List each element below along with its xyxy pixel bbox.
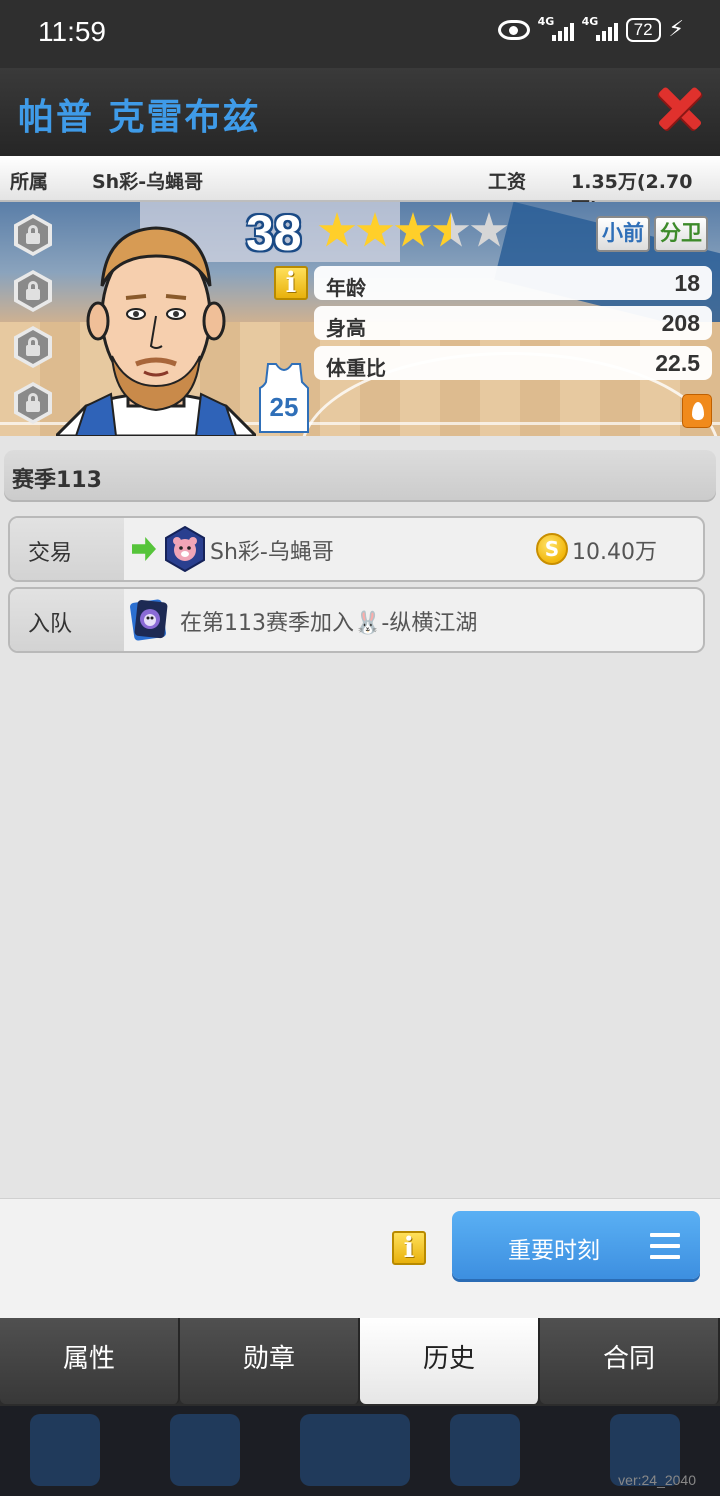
close-icon[interactable]	[658, 86, 702, 130]
history-label: 入队	[10, 589, 124, 651]
history-label: 交易	[10, 518, 124, 580]
info-icon[interactable]: i	[274, 266, 308, 300]
position-badge-sf[interactable]: 小前	[596, 216, 650, 252]
bear-team-logo-icon	[165, 526, 205, 572]
nav-home-icon[interactable]	[30, 1414, 100, 1486]
trade-team: Sh彩-乌蝇哥	[210, 540, 334, 565]
stat-age: 年龄 18	[314, 266, 712, 300]
jersey-icon: 25	[259, 363, 309, 433]
team-value[interactable]: Sh彩-乌蝇哥	[92, 167, 203, 194]
tab-attributes[interactable]: 属性	[0, 1318, 180, 1404]
status-bar: 11:59 4G 4G 72 ⚡	[0, 0, 720, 68]
trade-amount: 10.40万	[572, 540, 657, 565]
lock-icon[interactable]	[14, 270, 52, 312]
fire-icon[interactable]	[682, 394, 712, 428]
tab-bar: 属性 勋章 历史 合同	[0, 1318, 720, 1406]
season-header: 赛季113	[4, 450, 716, 502]
status-icons: 4G 4G 72 ⚡	[497, 15, 684, 42]
player-name: 帕普 克雷布兹	[18, 97, 261, 138]
key-moments-label: 重要时刻	[508, 1238, 600, 1264]
tab-history[interactable]: 历史	[360, 1318, 540, 1404]
season-title: 赛季113	[12, 468, 102, 493]
jersey-number: 25	[270, 392, 299, 422]
arrow-right-icon	[132, 537, 156, 561]
info-icon[interactable]: i	[392, 1231, 426, 1265]
stat-weight-ratio: 体重比 22.5	[314, 346, 712, 380]
overall-rating: 38	[246, 205, 302, 261]
title-bar: 帕普 克雷布兹	[0, 68, 720, 156]
team-salary-row: 所属 Sh彩-乌蝇哥 工资 1.35万(2.70万)	[0, 156, 720, 220]
key-moments-button[interactable]: 重要时刻	[452, 1211, 700, 1279]
bottom-nav: ver:24_2040	[0, 1406, 720, 1496]
nav-team-icon[interactable]	[300, 1414, 410, 1486]
stat-height: 身高 208	[314, 306, 712, 340]
menu-icon	[650, 1233, 680, 1259]
lock-icon[interactable]	[14, 214, 52, 256]
battery-icon: 72	[625, 18, 661, 42]
version-label: ver:24_2040	[618, 1472, 696, 1488]
nav-market-icon[interactable]	[450, 1414, 520, 1486]
signal-icon-2: 4G	[582, 15, 618, 41]
history-row-join[interactable]: 入队 在第113赛季加入🐰-纵横江湖	[8, 587, 705, 653]
star-icon	[394, 212, 432, 247]
team-label: 所属	[10, 171, 49, 193]
signal-icon: 4G	[538, 15, 574, 41]
tab-badges[interactable]: 勋章	[180, 1318, 360, 1404]
lion-team-logo-icon	[130, 599, 168, 641]
eye-icon	[497, 20, 530, 40]
star-icon	[318, 212, 356, 247]
star-rating	[318, 212, 508, 250]
salary-label: 工资	[488, 171, 527, 193]
action-bar: i 重要时刻	[0, 1198, 720, 1318]
player-avatar	[56, 226, 256, 436]
history-panel: 赛季113 交易 Sh彩-乌蝇哥 S 10.40万 入队 在第113赛季加入🐰-…	[0, 436, 720, 1198]
history-row-trade[interactable]: 交易 Sh彩-乌蝇哥 S 10.40万	[8, 516, 705, 582]
clock: 11:59	[38, 16, 106, 47]
coin-icon: S	[536, 533, 568, 565]
star-icon	[356, 212, 394, 247]
charging-icon: ⚡	[668, 17, 684, 42]
star-empty-icon	[470, 212, 508, 247]
nav-finance-icon[interactable]	[170, 1414, 240, 1486]
join-text: 在第113赛季加入🐰-纵横江湖	[180, 611, 478, 636]
position-badge-sg[interactable]: 分卫	[654, 216, 708, 252]
star-half-icon	[432, 212, 470, 247]
tab-contract[interactable]: 合同	[540, 1318, 720, 1404]
